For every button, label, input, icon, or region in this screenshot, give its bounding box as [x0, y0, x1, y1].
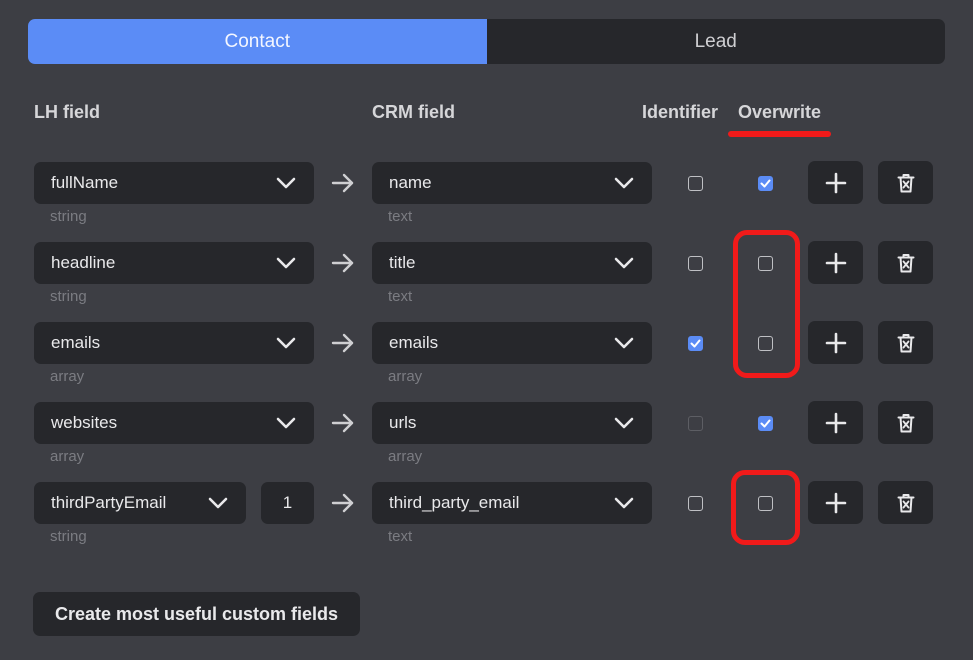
trash-icon — [897, 253, 914, 272]
plus-icon — [825, 252, 846, 273]
crm-field-select[interactable]: name — [372, 162, 652, 204]
mapping-row: websites array urls array — [0, 401, 973, 482]
arrow-right-icon — [331, 333, 354, 353]
delete-row-button[interactable] — [878, 161, 933, 204]
crm-field-type: array — [388, 368, 423, 385]
chevron-down-icon — [276, 337, 296, 349]
lh-field-header: LH field — [34, 102, 100, 122]
identifier-checkbox[interactable] — [688, 416, 703, 431]
chevron-down-icon — [276, 417, 296, 429]
crm-field-select[interactable]: emails — [372, 322, 652, 364]
mapping-row: headline string title text — [0, 241, 973, 322]
crm-field-select[interactable]: third_party_email — [372, 482, 652, 524]
trash-icon — [897, 413, 914, 432]
chevron-down-icon — [614, 257, 634, 269]
crm-field-select[interactable]: title — [372, 242, 652, 284]
create-custom-fields-button[interactable]: Create most useful custom fields — [33, 592, 360, 636]
lh-field-value: headline — [51, 253, 116, 272]
overwrite-header: Overwrite — [738, 102, 822, 122]
crm-field-type: text — [388, 288, 413, 305]
chevron-down-icon — [614, 177, 634, 189]
lh-field-select[interactable]: headline — [34, 242, 314, 284]
check-icon — [760, 419, 771, 428]
identifier-checkbox[interactable] — [688, 336, 703, 351]
crm-field-value: name — [389, 173, 432, 192]
check-icon — [760, 179, 771, 188]
identifier-checkbox[interactable] — [688, 256, 703, 271]
chevron-down-icon — [276, 177, 296, 189]
arrow-right-icon — [331, 253, 354, 273]
plus-icon — [825, 172, 846, 193]
identifier-checkbox[interactable] — [688, 176, 703, 191]
overwrite-checkbox-highlight — [731, 470, 800, 545]
lh-field-select[interactable]: fullName — [34, 162, 314, 204]
lh-field-type: array — [50, 448, 85, 465]
tab-lead[interactable]: Lead — [487, 19, 946, 64]
lh-field-select[interactable]: websites — [34, 402, 314, 444]
trash-icon — [897, 333, 914, 352]
identifier-header: Identifier — [642, 102, 719, 122]
crm-field-type: array — [388, 448, 423, 465]
crm-field-select[interactable]: urls — [372, 402, 652, 444]
lh-field-select[interactable]: thirdPartyEmail — [34, 482, 246, 524]
crm-field-value: emails — [389, 333, 439, 352]
crm-field-value: third_party_email — [389, 493, 520, 512]
add-row-button[interactable] — [808, 161, 863, 204]
crm-field-type: text — [388, 528, 413, 545]
crm-field-value: title — [389, 253, 416, 272]
lh-field-type: array — [50, 368, 85, 385]
chevron-down-icon — [276, 257, 296, 269]
arrow-right-icon — [331, 413, 354, 433]
mapping-row: emails array emails array — [0, 321, 973, 402]
plus-icon — [825, 412, 846, 433]
crm-field-value: urls — [389, 413, 417, 432]
add-row-button[interactable] — [808, 241, 863, 284]
crm-field-type: text — [388, 208, 413, 225]
index-input[interactable]: 1 — [261, 482, 314, 524]
lh-field-value: emails — [51, 333, 101, 352]
chevron-down-icon — [208, 497, 228, 509]
plus-icon — [825, 492, 846, 513]
lh-field-value: thirdPartyEmail — [51, 493, 167, 512]
mapping-row: fullName string name text — [0, 161, 973, 242]
mapping-row: thirdPartyEmail 1 string third_party_ema… — [0, 481, 973, 562]
identifier-checkbox[interactable] — [688, 496, 703, 511]
lh-field-select[interactable]: emails — [34, 322, 314, 364]
delete-row-button[interactable] — [878, 401, 933, 444]
overwrite-header-highlight — [728, 131, 831, 137]
add-row-button[interactable] — [808, 481, 863, 524]
chevron-down-icon — [614, 417, 634, 429]
overwrite-checkbox-highlight — [733, 230, 800, 378]
plus-icon — [825, 332, 846, 353]
arrow-right-icon — [331, 173, 354, 193]
trash-icon — [897, 493, 914, 512]
arrow-right-icon — [331, 493, 354, 513]
tab-contact[interactable]: Contact — [28, 19, 487, 64]
lh-field-value: websites — [51, 413, 118, 432]
chevron-down-icon — [614, 337, 634, 349]
lh-field-type: string — [50, 528, 87, 545]
add-row-button[interactable] — [808, 401, 863, 444]
overwrite-checkbox[interactable] — [758, 416, 773, 431]
overwrite-checkbox[interactable] — [758, 176, 773, 191]
crm-field-header: CRM field — [372, 102, 455, 122]
add-row-button[interactable] — [808, 321, 863, 364]
chevron-down-icon — [614, 497, 634, 509]
delete-row-button[interactable] — [878, 481, 933, 524]
entity-tabs: Contact Lead — [28, 19, 945, 64]
crm-field-mapping-panel: Contact Lead LH field CRM field Identifi… — [0, 0, 973, 660]
trash-icon — [897, 173, 914, 192]
delete-row-button[interactable] — [878, 321, 933, 364]
check-icon — [690, 339, 701, 348]
lh-field-type: string — [50, 208, 87, 225]
lh-field-value: fullName — [51, 173, 119, 192]
delete-row-button[interactable] — [878, 241, 933, 284]
lh-field-type: string — [50, 288, 87, 305]
